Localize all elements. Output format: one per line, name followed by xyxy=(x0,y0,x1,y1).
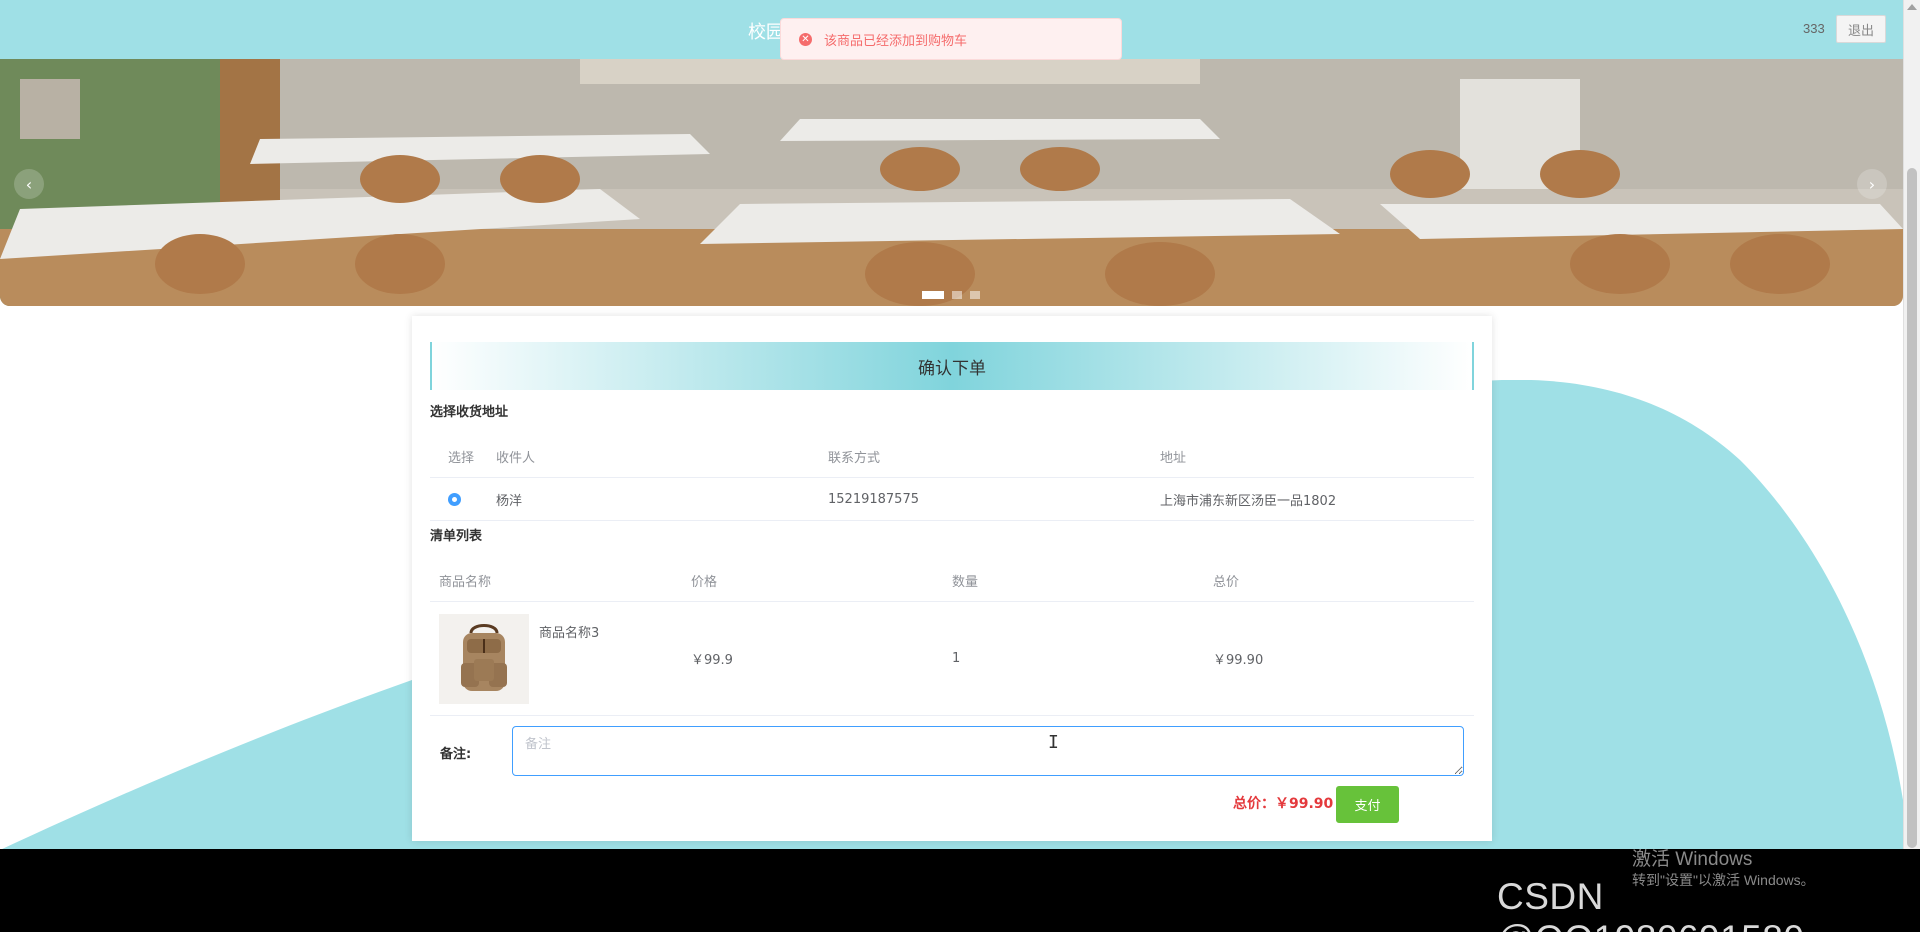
column-header: 商品名称 xyxy=(439,575,492,590)
table-row: 商品名称3 ￥99.9 1 ￥99.90 xyxy=(430,602,1474,716)
items-table-header: 商品名称 价格 数量 总价 xyxy=(430,560,1474,602)
list-section-label: 清单列表 xyxy=(430,529,483,544)
total-cell: ￥99.90 xyxy=(1213,653,1264,668)
price-cell: ￥99.9 xyxy=(691,653,733,668)
product-image[interactable] xyxy=(439,613,529,704)
scrollbar-thumb[interactable] xyxy=(1907,168,1917,848)
carousel-dot[interactable] xyxy=(970,291,980,299)
column-header: 总价 xyxy=(1213,575,1240,590)
column-header: 选择 xyxy=(448,451,475,466)
order-card: 确认下单 选择收货地址 选择 收件人 联系方式 地址 杨洋 1521918757… xyxy=(412,316,1492,841)
quantity-cell: 1 xyxy=(952,651,961,666)
column-header: 数量 xyxy=(952,575,979,590)
column-header: 地址 xyxy=(1160,451,1187,466)
remark-input[interactable] xyxy=(512,726,1464,776)
text-cursor-icon: I xyxy=(1048,732,1059,753)
address-table-header: 选择 收件人 联系方式 地址 xyxy=(430,436,1474,478)
address-radio-cell xyxy=(430,492,496,506)
column-header: 收件人 xyxy=(496,451,536,466)
carousel-next-button[interactable]: › xyxy=(1857,169,1887,199)
address-radio[interactable] xyxy=(448,492,461,506)
page-title: 确认下单 xyxy=(918,358,986,379)
page-scrollbar[interactable] xyxy=(1903,0,1920,849)
product-name: 商品名称3 xyxy=(539,625,600,641)
address-section-label: 选择收货地址 xyxy=(430,405,509,420)
address-cell: 上海市浦东新区汤臣一品1802 xyxy=(1160,493,1337,509)
toast-text: 该商品已经添加到购物车 xyxy=(824,33,968,49)
order-total: 总价：￥99.90 xyxy=(1233,796,1334,812)
recipient-cell: 杨洋 xyxy=(496,493,523,509)
chevron-left-icon: ‹ xyxy=(25,174,33,194)
column-header: 联系方式 xyxy=(828,451,881,466)
carousel-dot[interactable] xyxy=(922,291,944,299)
scroll-up-arrow-icon[interactable] xyxy=(1907,4,1917,10)
error-circle-icon: ✕ xyxy=(799,32,812,46)
table-row[interactable]: 杨洋 15219187575 上海市浦东新区汤臣一品1802 xyxy=(430,478,1474,521)
activate-windows-title: 激活 Windows xyxy=(1632,849,1753,870)
site-title: 校园 xyxy=(748,22,784,43)
remark-label: 备注: xyxy=(440,747,472,762)
backpack-image xyxy=(461,623,507,691)
pay-button[interactable]: 支付 xyxy=(1336,786,1399,823)
order-title-bar: 确认下单 xyxy=(430,342,1474,390)
chevron-right-icon: › xyxy=(1868,174,1876,194)
column-header: 价格 xyxy=(691,575,718,590)
items-table: 商品名称 价格 数量 总价 商品名称3 ￥99.9 1 ￥99.90 xyxy=(430,560,1474,716)
banner-carousel: ‹ › xyxy=(0,59,1903,306)
carousel-prev-button[interactable]: ‹ xyxy=(14,169,44,199)
username-label: 333 xyxy=(1803,21,1825,36)
classroom-banner-image xyxy=(0,59,1903,306)
carousel-dot[interactable] xyxy=(952,291,962,299)
address-table: 选择 收件人 联系方式 地址 杨洋 15219187575 上海市浦东新区汤臣一… xyxy=(430,436,1474,521)
product-cell: 商品名称3 xyxy=(430,613,691,704)
carousel-indicators xyxy=(922,291,980,299)
logout-button[interactable]: 退出 xyxy=(1836,15,1886,43)
toast-message: ✕ 该商品已经添加到购物车 xyxy=(780,18,1122,60)
csdn-watermark: CSDN @QQ1980691580 xyxy=(1497,876,1804,932)
phone-cell: 15219187575 xyxy=(828,491,919,507)
